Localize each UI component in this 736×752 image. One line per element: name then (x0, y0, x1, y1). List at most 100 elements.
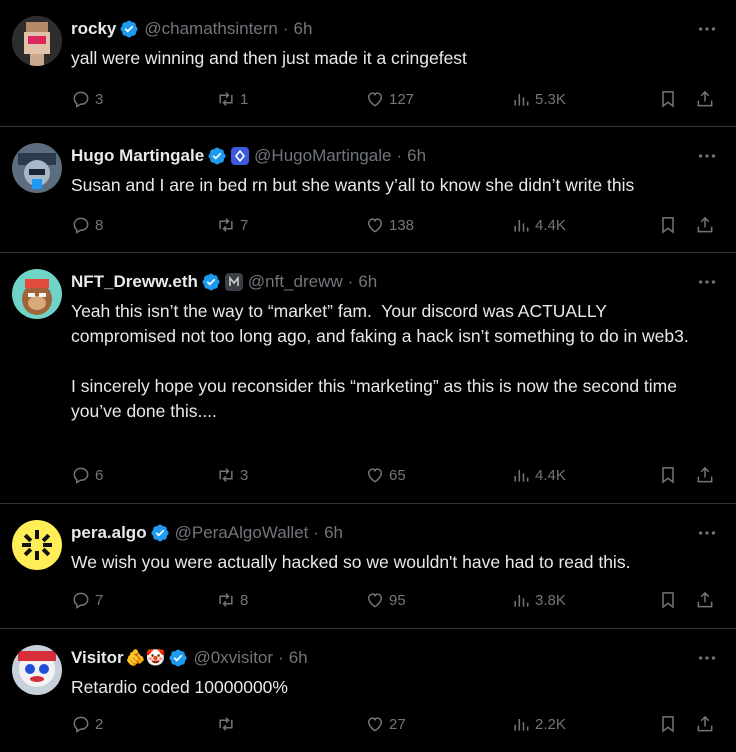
handle[interactable]: @0xvisitor (193, 648, 273, 668)
avatar[interactable] (12, 143, 62, 193)
like-button[interactable]: 27 (365, 712, 406, 736)
repost-icon (219, 717, 233, 731)
separator-dot: · (396, 146, 403, 165)
tweet-card[interactable]: Visitor 🫵🤡 @0xvisitor · 6h Retardio code… (0, 629, 736, 752)
repost-button[interactable] (216, 712, 240, 736)
views-button[interactable]: 5.3K (511, 87, 566, 111)
like-count: 95 (389, 591, 406, 609)
verified-badge-icon (151, 524, 169, 542)
more-icon[interactable] (696, 647, 718, 669)
avatar[interactable] (12, 520, 62, 570)
reply-icon (73, 217, 89, 234)
timestamp[interactable]: 6h (358, 272, 377, 292)
reply-icon (73, 592, 89, 609)
tweet-text: Susan and I are in bed rn but she wants … (71, 175, 635, 195)
display-name[interactable]: pera.algo (71, 523, 147, 543)
reply-button[interactable]: 8 (71, 213, 103, 237)
handle[interactable]: @nft_dreww (248, 272, 343, 292)
reply-button[interactable]: 7 (71, 588, 103, 612)
like-count: 127 (389, 90, 415, 108)
repost-count: 3 (240, 466, 249, 484)
heart-icon (367, 717, 383, 732)
more-icon[interactable] (696, 145, 718, 167)
repost-button[interactable]: 8 (216, 588, 248, 612)
reply-count: 2 (95, 715, 104, 733)
tweet-card[interactable]: Hugo Martingale @HugoMartingale · 6h Sus… (0, 127, 736, 253)
share-icon[interactable] (695, 590, 715, 610)
tweet-text: Yeah this isn’t the way to “market” fam.… (71, 301, 689, 421)
like-count: 65 (389, 466, 406, 484)
like-button[interactable]: 127 (365, 87, 414, 111)
views-button[interactable]: 3.8K (511, 588, 566, 612)
timestamp[interactable]: 6h (294, 19, 313, 39)
handle[interactable]: @PeraAlgoWallet (175, 523, 309, 543)
views-icon (514, 595, 529, 607)
tweet-actions: 3 1 127 5.3K (71, 87, 721, 111)
more-icon[interactable] (696, 18, 718, 40)
share-icon[interactable] (695, 215, 715, 235)
tweet-text: Retardio coded 10000000% (71, 677, 288, 697)
views-button[interactable]: 2.2K (511, 712, 566, 736)
views-icon (514, 220, 529, 232)
handle[interactable]: @chamathsintern (144, 19, 278, 39)
timestamp[interactable]: 6h (407, 146, 426, 166)
tweet-card[interactable]: rocky @chamathsintern · 6h yall were win… (0, 0, 736, 127)
heart-icon (367, 92, 383, 107)
tweet-header: pera.algo @PeraAlgoWallet · 6h (71, 522, 343, 544)
tweet-text: We wish you were actually hacked so we w… (71, 552, 631, 572)
like-button[interactable]: 95 (365, 588, 406, 612)
timestamp[interactable]: 6h (289, 648, 308, 668)
tweet-card[interactable]: NFT_Dreww.eth @nft_dreww · 6h Yeah this … (0, 253, 736, 504)
avatar[interactable] (12, 645, 62, 695)
tweet-header: Visitor 🫵🤡 @0xvisitor · 6h (71, 647, 308, 669)
avatar[interactable] (12, 16, 62, 66)
repost-button[interactable]: 7 (216, 213, 248, 237)
bookmark-icon[interactable] (658, 590, 678, 610)
reply-button[interactable]: 6 (71, 463, 103, 487)
bookmark-icon[interactable] (658, 465, 678, 485)
view-count: 3.8K (535, 591, 566, 609)
views-button[interactable]: 4.4K (511, 213, 566, 237)
like-count: 138 (389, 216, 415, 234)
share-icon[interactable] (695, 465, 715, 485)
share-icon[interactable] (695, 714, 715, 734)
separator-dot: · (347, 272, 354, 291)
like-button[interactable]: 138 (365, 213, 414, 237)
affiliate-logo-icon[interactable] (224, 273, 243, 291)
view-count: 4.4K (535, 466, 566, 484)
views-icon (514, 470, 529, 482)
tweet-actions: 7 8 95 3.8K (71, 588, 721, 612)
repost-icon (219, 218, 233, 232)
bookmark-icon[interactable] (658, 89, 678, 109)
display-name[interactable]: Visitor (71, 648, 124, 668)
reply-icon (73, 716, 89, 733)
more-icon[interactable] (696, 522, 718, 544)
affiliate-logo-icon[interactable] (231, 147, 250, 165)
separator-dot: · (278, 648, 284, 667)
repost-icon (219, 92, 233, 106)
repost-button[interactable]: 1 (216, 87, 248, 111)
bookmark-icon[interactable] (658, 215, 678, 235)
handle[interactable]: @HugoMartingale (254, 146, 391, 166)
reply-count: 3 (95, 90, 104, 108)
timestamp[interactable]: 6h (324, 523, 343, 543)
tweet-card[interactable]: pera.algo @PeraAlgoWallet · 6h We wish y… (0, 504, 736, 629)
reply-button[interactable]: 3 (71, 87, 103, 111)
display-name[interactable]: rocky (71, 19, 116, 39)
name-emoji: 🫵🤡 (125, 650, 166, 667)
like-count: 27 (389, 715, 406, 733)
more-icon[interactable] (696, 271, 718, 293)
reply-button[interactable]: 2 (71, 712, 103, 736)
repost-count: 8 (240, 591, 249, 609)
display-name[interactable]: NFT_Dreww.eth (71, 272, 198, 292)
verified-badge-icon (169, 649, 188, 667)
views-button[interactable]: 4.4K (511, 463, 566, 487)
like-button[interactable]: 65 (365, 463, 406, 487)
share-icon[interactable] (695, 89, 715, 109)
tweet-header: Hugo Martingale @HugoMartingale · 6h (71, 145, 426, 167)
repost-button[interactable]: 3 (216, 463, 248, 487)
display-name[interactable]: Hugo Martingale (71, 146, 204, 166)
avatar[interactable] (12, 269, 62, 319)
view-count: 4.4K (535, 216, 566, 234)
bookmark-icon[interactable] (658, 714, 678, 734)
